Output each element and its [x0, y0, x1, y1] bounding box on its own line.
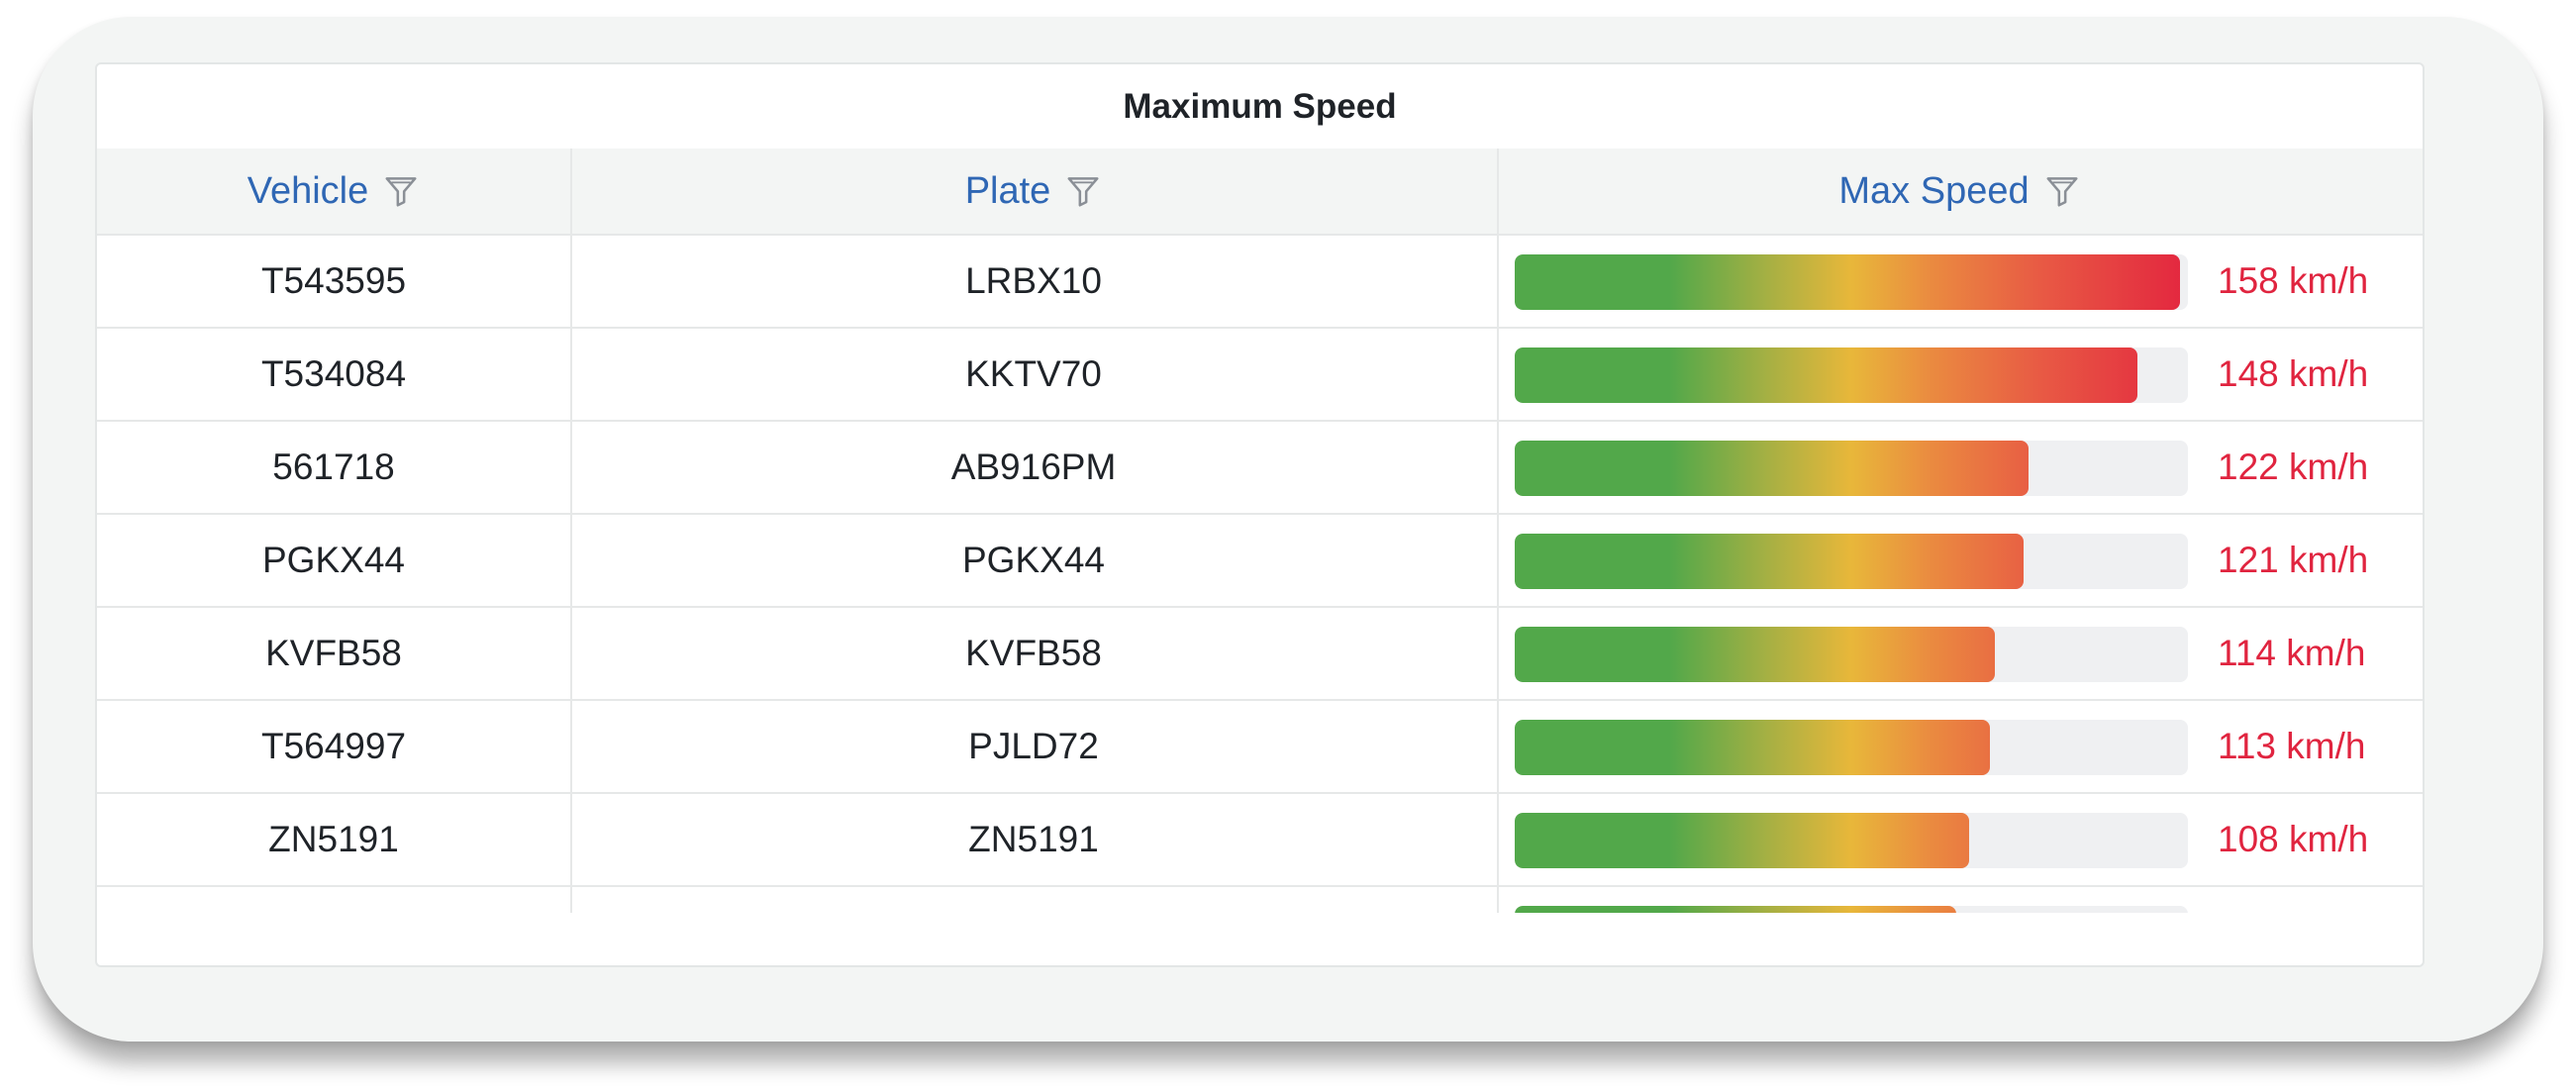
speed-bar-track	[1515, 627, 2188, 682]
speed-bar-fill	[1515, 254, 2180, 310]
speed-bar-track	[1515, 347, 2188, 403]
max-speed-cell: 121 km/h	[1497, 515, 2423, 606]
filter-icon[interactable]	[382, 172, 420, 210]
max-speed-cell: 148 km/h	[1497, 329, 2423, 420]
table-row[interactable]: T534084 KKTV70 148 km/h	[97, 327, 2423, 420]
plate-cell: PJLD72	[968, 726, 1099, 766]
plate-cell: PGKX44	[962, 540, 1105, 580]
column-header-plate[interactable]: Plate	[570, 149, 1497, 234]
filter-icon[interactable]	[1064, 172, 1102, 210]
speed-bar-track	[1515, 441, 2188, 496]
speed-bar-fill	[1515, 441, 2029, 496]
speed-bar-track	[1515, 813, 2188, 868]
speed-value: 122 km/h	[2218, 447, 2369, 487]
max-speed-cell: 158 km/h	[1497, 236, 2423, 327]
table-row[interactable]	[97, 885, 2423, 913]
plate-cell: AB916PM	[950, 447, 1117, 487]
column-header-label: Max Speed	[1838, 169, 2030, 212]
speed-bar-track	[1515, 254, 2188, 310]
column-header-max-speed[interactable]: Max Speed	[1497, 149, 2423, 234]
table-row[interactable]: KVFB58 KVFB58 114 km/h	[97, 606, 2423, 699]
table-header: Vehicle Plate Max Speed	[97, 149, 2423, 234]
max-speed-cell	[1497, 887, 2423, 913]
vehicle-cell: T534084	[260, 353, 407, 394]
max-speed-cell: 122 km/h	[1497, 422, 2423, 513]
table-row[interactable]: ZN5191 ZN5191 108 km/h	[97, 792, 2423, 885]
plate-cell: LRBX10	[965, 260, 1102, 301]
column-divider	[570, 149, 572, 913]
speed-bar-fill	[1515, 813, 1969, 868]
max-speed-cell: 108 km/h	[1497, 794, 2423, 885]
vehicle-cell: KVFB58	[265, 633, 402, 673]
max-speed-widget: Maximum Speed Vehicle Plate Max Speed T5…	[95, 62, 2425, 967]
vehicle-cell: 561718	[272, 447, 395, 487]
max-speed-cell: 114 km/h	[1497, 608, 2423, 699]
column-header-vehicle[interactable]: Vehicle	[97, 149, 570, 234]
column-divider	[1497, 149, 1499, 913]
table-row[interactable]: PGKX44 PGKX44 121 km/h	[97, 513, 2423, 606]
speed-value: 108 km/h	[2218, 819, 2369, 859]
widget-title: Maximum Speed	[1123, 86, 1397, 126]
plate-cell: ZN5191	[968, 819, 1099, 859]
speed-bar-fill	[1515, 720, 1991, 775]
filter-icon[interactable]	[2043, 172, 2081, 210]
table-row[interactable]: 561718 AB916PM 122 km/h	[97, 420, 2423, 513]
speed-value: 121 km/h	[2218, 540, 2369, 580]
vehicle-cell: ZN5191	[268, 819, 399, 859]
speed-value: 158 km/h	[2218, 260, 2369, 301]
plate-cell	[570, 887, 1497, 913]
vehicle-cell	[97, 887, 570, 913]
speed-value: 114 km/h	[2218, 633, 2366, 673]
speed-bar-track	[1515, 720, 2188, 775]
speed-bar-fill	[1515, 906, 1957, 913]
speed-bar-fill	[1515, 347, 2137, 403]
plate-cell: KKTV70	[965, 353, 1102, 394]
speed-bar-track	[1515, 534, 2188, 589]
column-header-label: Vehicle	[247, 169, 369, 212]
speed-bar-fill	[1515, 627, 1995, 682]
column-header-label: Plate	[964, 169, 1051, 212]
table-row[interactable]: T543595 LRBX10 158 km/h	[97, 234, 2423, 327]
speed-value	[2218, 887, 2406, 913]
plate-cell: KVFB58	[965, 633, 1102, 673]
vehicle-cell: T564997	[260, 726, 407, 766]
speed-value: 148 km/h	[2218, 353, 2369, 394]
vehicle-cell: T543595	[260, 260, 407, 301]
table-row[interactable]: T564997 PJLD72 113 km/h	[97, 699, 2423, 792]
speed-bar-fill	[1515, 534, 2025, 589]
speed-value: 113 km/h	[2218, 726, 2366, 766]
max-speed-cell: 113 km/h	[1497, 701, 2423, 792]
speed-table[interactable]: Vehicle Plate Max Speed T543595 LRBX10 1…	[97, 149, 2423, 913]
speed-bar-track	[1515, 906, 2188, 913]
vehicle-cell: PGKX44	[262, 540, 405, 580]
